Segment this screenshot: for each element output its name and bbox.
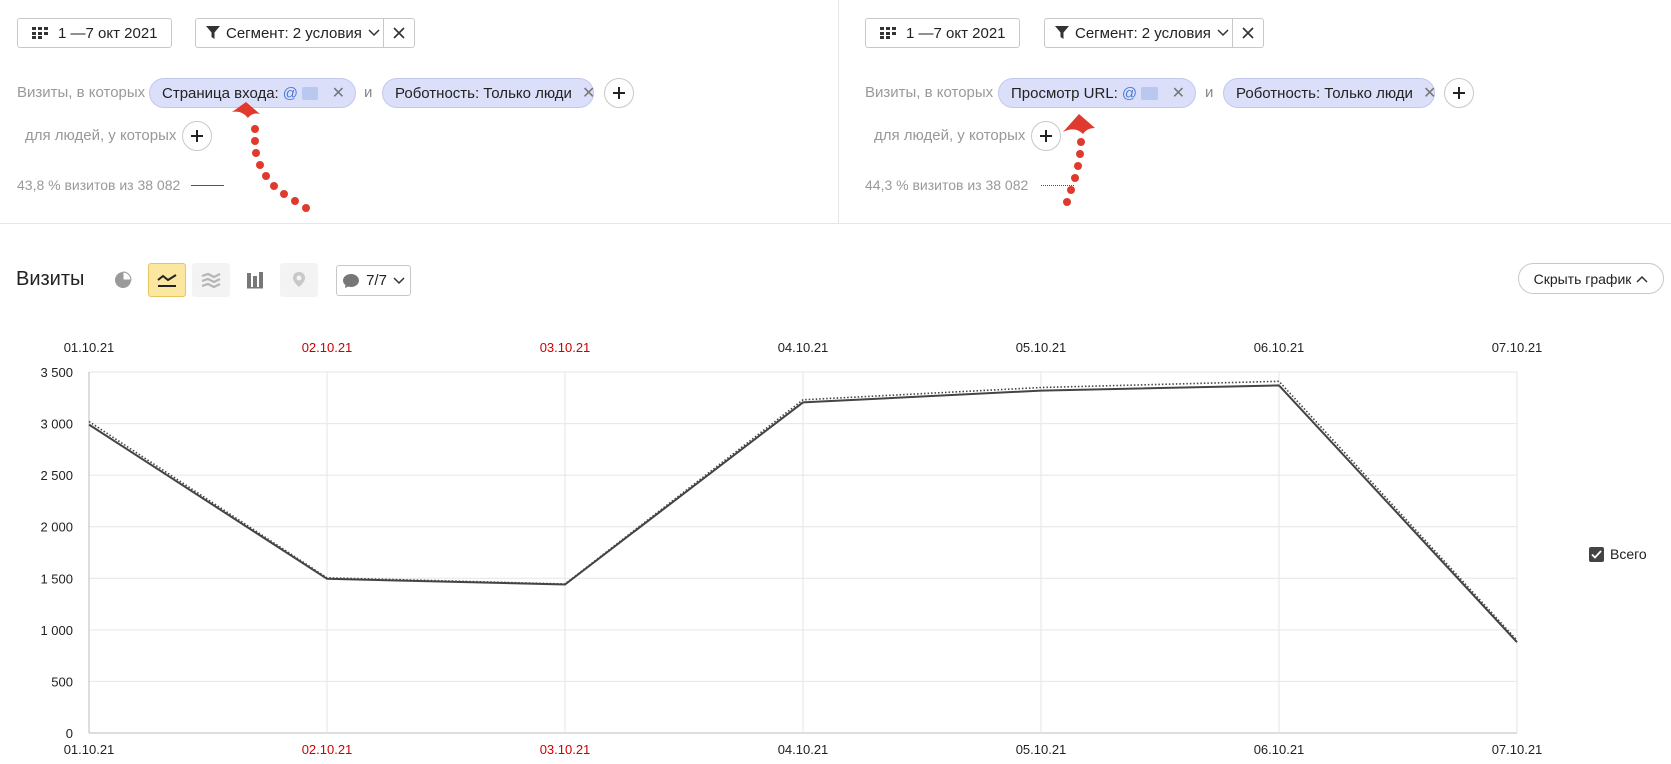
x-tick-label: 01.10.21 <box>64 340 115 355</box>
people-prefix: для людей, у которых <box>25 127 177 144</box>
close-icon <box>1242 27 1254 39</box>
annotation-arrow-left <box>232 102 310 212</box>
chip-label: Роботность: Только люди <box>395 84 572 102</box>
plus-icon <box>1040 130 1052 142</box>
visits-prefix: Визиты, в которых <box>17 84 146 101</box>
x-tick-label: 04.10.21 <box>778 340 829 355</box>
comments-count: 7/7 <box>366 272 387 289</box>
hide-chart-button[interactable]: Скрыть график <box>1518 263 1664 294</box>
chevron-down-icon <box>1217 29 1229 37</box>
plus-icon <box>191 130 203 142</box>
pie-chart-button[interactable] <box>104 263 142 297</box>
segment-panel-left: 1 —7 окт 2021 Сегмент: 2 условия Визиты,… <box>0 0 838 224</box>
visits-line-chart: 0 500 1 000 1 500 2 000 2 500 3 000 3 500 01.10.… <box>40 340 1543 757</box>
segment-dropdown-button[interactable]: Сегмент: 2 условия <box>1044 18 1234 48</box>
and-label: и <box>364 84 373 101</box>
chip-label: Просмотр URL: <box>1011 84 1118 102</box>
y-tick-label: 2 500 <box>40 468 73 483</box>
chip-close-icon[interactable]: ✕ <box>332 83 345 103</box>
x-tick-label: 04.10.21 <box>778 742 829 757</box>
add-people-condition-button[interactable] <box>182 121 212 151</box>
area-chart-button[interactable] <box>192 263 230 297</box>
plus-icon <box>1453 87 1465 99</box>
redacted-value <box>1141 86 1158 100</box>
chip-close-icon[interactable]: ✕ <box>582 83 595 103</box>
chart-legend[interactable]: Всего <box>1589 546 1647 562</box>
chip-close-icon[interactable]: ✕ <box>1172 83 1185 103</box>
date-range-label: 1 —7 окт 2021 <box>58 24 158 42</box>
plus-icon <box>613 87 625 99</box>
bar-chart-icon <box>247 272 263 289</box>
x-tick-label: 07.10.21 <box>1492 340 1543 355</box>
annotation-arrow-right <box>1063 114 1095 206</box>
x-tick-label: 02.10.21 <box>302 340 353 355</box>
map-button[interactable] <box>280 263 318 297</box>
line-chart-icon <box>157 274 177 287</box>
x-tick-label: 02.10.21 <box>302 742 353 757</box>
x-tick-label: 06.10.21 <box>1254 340 1305 355</box>
series-line-solid <box>191 185 224 186</box>
x-tick-label: 01.10.21 <box>64 742 115 757</box>
add-condition-button[interactable] <box>604 78 634 108</box>
close-icon <box>393 27 405 39</box>
chip-label: Роботность: Только люди <box>1236 84 1413 102</box>
line-chart-button[interactable] <box>148 263 186 297</box>
y-tick-label: 3 500 <box>40 365 73 380</box>
segment-label: Сегмент: 2 условия <box>1075 24 1211 42</box>
x-tick-label: 06.10.21 <box>1254 742 1305 757</box>
condition-chip-robots[interactable]: Роботность: Только люди ✕ <box>1223 78 1436 108</box>
hide-chart-label: Скрыть график <box>1533 270 1632 287</box>
comment-bubble-icon <box>343 273 360 288</box>
segment-panel-right: 1 —7 окт 2021 Сегмент: 2 условия Визиты,… <box>838 0 1671 224</box>
comments-button[interactable]: 7/7 <box>336 265 411 296</box>
x-tick-label: 05.10.21 <box>1016 742 1067 757</box>
y-tick-label: 500 <box>51 674 73 689</box>
y-tick-label: 3 000 <box>40 417 73 432</box>
segment-stat: 43,8 % визитов из 38 082 <box>17 177 181 193</box>
date-range-label: 1 —7 окт 2021 <box>906 24 1006 42</box>
condition-chip-robots[interactable]: Роботность: Только люди ✕ <box>382 78 595 108</box>
chip-close-icon[interactable]: ✕ <box>1423 83 1436 103</box>
people-prefix: для людей, у которых <box>874 127 1026 144</box>
calendar-grid-icon <box>32 27 48 39</box>
panels-divider <box>0 223 1671 224</box>
x-tick-label: 03.10.21 <box>540 340 591 355</box>
segment-label: Сегмент: 2 условия <box>226 24 362 42</box>
chip-at: @ <box>1121 84 1138 102</box>
area-chart-icon <box>201 272 221 289</box>
add-condition-button[interactable] <box>1444 78 1474 108</box>
add-people-condition-button[interactable] <box>1031 121 1061 151</box>
segment-dropdown-button[interactable]: Сегмент: 2 условия <box>195 18 385 48</box>
bar-chart-button[interactable] <box>236 263 274 297</box>
chevron-down-icon <box>368 29 380 37</box>
segment-stat: 44,3 % визитов из 38 082 <box>865 177 1029 193</box>
filter-icon <box>1055 26 1069 39</box>
date-range-button[interactable]: 1 —7 окт 2021 <box>17 18 172 48</box>
y-tick-label: 1 500 <box>40 571 73 586</box>
legend-checkbox[interactable] <box>1589 546 1604 562</box>
chevron-down-icon <box>393 276 405 284</box>
x-tick-label: 05.10.21 <box>1016 340 1067 355</box>
visits-prefix: Визиты, в которых <box>865 84 994 101</box>
chart-title: Визиты <box>16 268 85 290</box>
y-tick-label: 0 <box>66 726 73 741</box>
and-label: и <box>1205 84 1214 101</box>
calendar-grid-icon <box>880 27 896 39</box>
legend-label: Всего <box>1610 546 1647 562</box>
x-tick-label: 07.10.21 <box>1492 742 1543 757</box>
check-icon <box>1591 549 1602 559</box>
pie-chart-icon <box>115 271 132 288</box>
condition-chip-url-view[interactable]: Просмотр URL: @ ✕ <box>998 78 1196 108</box>
segment-clear-button[interactable] <box>383 18 415 48</box>
chevron-up-icon <box>1636 275 1648 283</box>
map-pin-icon <box>293 272 305 287</box>
y-tick-label: 2 000 <box>40 520 73 535</box>
x-tick-label: 03.10.21 <box>540 742 591 757</box>
segment-clear-button[interactable] <box>1232 18 1264 48</box>
y-tick-label: 1 000 <box>40 623 73 638</box>
filter-icon <box>206 26 220 39</box>
date-range-button[interactable]: 1 —7 окт 2021 <box>865 18 1020 48</box>
